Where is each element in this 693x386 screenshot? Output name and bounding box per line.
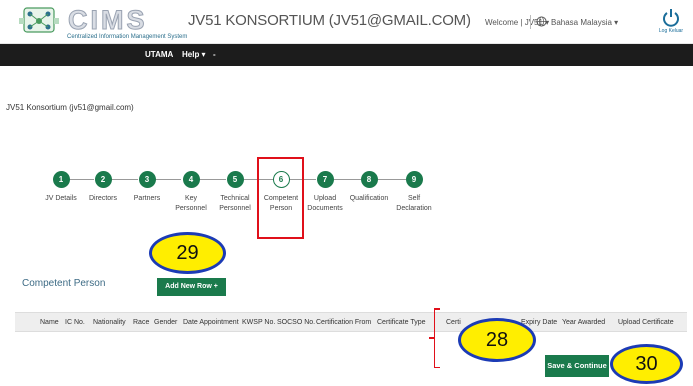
column-header: Certification From — [316, 319, 372, 326]
step-label: Key Personnel — [175, 195, 207, 212]
step-partners[interactable]: 3 Partners — [127, 171, 167, 204]
step-self-declaration[interactable]: 9 Self Declaration — [394, 171, 434, 214]
step-number: 8 — [360, 171, 378, 188]
company-identity: JV51 Konsortium (jv51@gmail.com) — [6, 103, 134, 112]
step-number: 9 — [405, 171, 423, 188]
active-step-highlight — [257, 157, 304, 239]
step-label: Self Declaration — [396, 195, 432, 212]
globe-icon — [536, 16, 547, 27]
step-jv-details[interactable]: 1 JV Details — [41, 171, 81, 204]
column-header: Gender — [154, 319, 178, 326]
column-header: Date Appointment — [183, 319, 239, 326]
nav-help[interactable]: Help ▾ — [182, 50, 206, 59]
step-number: 7 — [316, 171, 334, 188]
logo-wordmark: CIMS — [68, 5, 148, 36]
step-number: 3 — [138, 171, 156, 188]
step-label: Directors — [88, 195, 117, 202]
step-qualification[interactable]: 8 Qualification — [349, 171, 389, 204]
step-label: JV Details — [45, 195, 77, 202]
callout-28: 28 — [458, 318, 536, 362]
table-header: Name IC No. Nationality Race Gender Date… — [15, 312, 687, 332]
app-header: CIMS Centralized Information Management … — [0, 0, 693, 44]
main-navbar: UTAMA Help ▾ - — [0, 44, 693, 66]
step-label: Qualification — [349, 195, 389, 202]
page-title: JV51 KONSORTIUM (JV51@GMAIL.COM) — [188, 12, 471, 29]
network-logo-icon — [19, 7, 59, 33]
step-directors[interactable]: 2 Directors — [83, 171, 123, 204]
add-new-row-button[interactable]: Add New Row + — [157, 278, 226, 296]
column-header: Year Awarded — [562, 319, 606, 326]
step-number: 5 — [226, 171, 244, 188]
power-icon — [663, 9, 679, 27]
section-title: Competent Person — [22, 278, 106, 289]
column-header: Name — [40, 319, 59, 326]
column-header: IC No. — [65, 319, 85, 326]
logout-label: Log Keluar — [658, 28, 684, 34]
annotation-bracket-tip — [429, 337, 434, 339]
header-divider — [530, 15, 531, 29]
annotation-bracket — [434, 308, 444, 368]
step-number: 4 — [182, 171, 200, 188]
step-label: Technical Personnel — [219, 195, 251, 212]
column-header: Certi — [446, 319, 461, 326]
cims-logo[interactable]: CIMS Centralized Information Management … — [18, 4, 187, 40]
step-label: Upload Documents — [307, 195, 343, 212]
column-header: Upload Certificate — [618, 319, 674, 326]
column-header: SOCSO No. — [277, 319, 316, 326]
logo-subtitle: Centralized Information Management Syste… — [67, 34, 188, 40]
callout-30: 30 — [610, 344, 683, 384]
column-header: Race — [133, 319, 150, 326]
step-number: 1 — [52, 171, 70, 188]
callout-29: 29 — [149, 232, 226, 274]
step-number: 2 — [94, 171, 112, 188]
logout-button[interactable]: Log Keluar — [655, 8, 687, 42]
nav-utama[interactable]: UTAMA — [145, 50, 173, 59]
save-continue-button[interactable]: Save & Continue — [545, 355, 609, 377]
nav-dash: - — [213, 50, 216, 59]
language-selector[interactable]: Bahasa Malaysia ▾ — [551, 18, 618, 27]
step-upload-documents[interactable]: 7 Upload Documents — [305, 171, 345, 214]
column-header: Certificate Type — [377, 319, 426, 326]
column-header: Nationality — [93, 319, 126, 326]
column-header: KWSP No. — [242, 319, 276, 326]
step-label: Partners — [133, 195, 161, 202]
step-key-personnel[interactable]: 4 Key Personnel — [171, 171, 211, 214]
step-technical-personnel[interactable]: 5 Technical Personnel — [215, 171, 255, 214]
